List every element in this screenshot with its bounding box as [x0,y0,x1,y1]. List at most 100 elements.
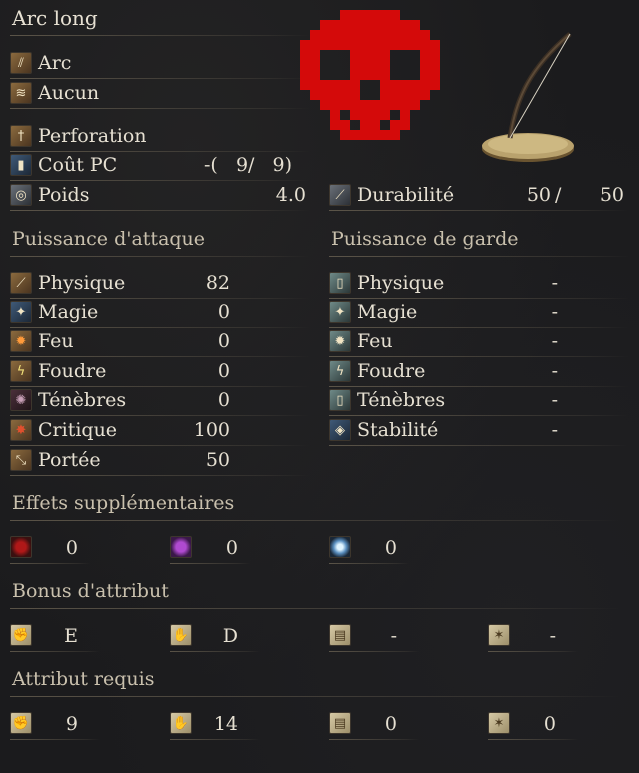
skull-pixel [360,10,370,20]
skull-pixel [380,50,390,60]
skull-pixel [390,100,400,110]
strength-icon: ✊ [10,624,32,646]
skull-pixel [320,80,330,90]
attack-label-range: Portée [38,449,101,471]
skull-pixel [330,40,340,50]
guard-section-title: Puissance de garde [331,228,519,250]
weight-value: 4.0 [275,184,306,206]
attack-value-dark: 0 [217,389,230,411]
skull-pixel [320,30,330,40]
effect-value-poison: 0 [225,537,238,559]
strength-icon: ✊ [10,712,32,734]
skull-pixel [370,120,380,130]
skull-pixel [320,90,330,100]
fp-cost-value: -( 9/ 9) [204,154,293,176]
skull-pixel [370,40,380,50]
skull-pixel [380,40,390,50]
skull-pixel [410,40,420,50]
skull-pixel [380,100,390,110]
guard-divider [329,445,629,446]
skull-pixel [410,100,420,110]
attack-value-lightning: 0 [217,360,230,382]
skull-pixel [420,40,430,50]
frost-icon [329,536,351,558]
attack-divider [10,356,310,357]
attack-value-fire: 0 [217,330,230,352]
physical-attack-icon: ⟋ [10,272,32,294]
durability-separator: / [555,184,562,206]
skull-pixel [340,30,350,40]
magic-guard-icon: ✦ [329,301,351,323]
skull-pixel [380,20,390,30]
requirement-value-intelligence: 0 [384,713,397,735]
skull-pixel [360,130,370,140]
requirement-divider [170,739,260,740]
skull-pixel [310,30,320,40]
weight-divider [10,210,310,211]
skull-pixel [370,100,380,110]
skull-pixel [350,70,360,80]
skull-pixel [340,120,350,130]
effect-divider [10,563,90,564]
skull-pixel [390,120,400,130]
attack-divider [10,415,310,416]
durability-label: Durabilité [357,184,455,206]
bonus-divider [488,651,578,652]
guard-value-dark: - [551,389,558,411]
attack-label-critical: Critique [38,419,118,441]
intelligence-icon: ▤ [329,624,351,646]
weight-label: Poids [38,184,90,206]
physical-guard-icon: ▯ [329,272,351,294]
weapon-skill: Aucun [38,82,100,104]
skull-pixel [390,90,400,100]
skull-pixel [360,100,370,110]
skull-pixel [430,40,440,50]
attack-section-title: Puissance d'attaque [12,228,206,250]
skull-pixel [360,40,370,50]
guard-label-dark: Ténèbres [357,389,446,411]
skull-pixel [300,80,310,90]
skull-pixel [330,80,340,90]
guard-divider [329,415,629,416]
skull-pixel [340,40,350,50]
skill-divider [10,108,310,109]
skull-pixel [380,130,390,140]
skull-pixel [380,90,390,100]
skull-pixel [340,10,350,20]
attack-label-dark: Ténèbres [38,389,127,411]
skull-pixel [340,20,350,30]
bonus-section-divider [10,608,620,609]
skull-pixel [390,80,400,90]
bonus-divider [170,651,260,652]
skull-pixel [310,40,320,50]
skull-pixel [320,100,330,110]
skull-pixel [310,70,320,80]
skull-pixel [360,30,370,40]
guard-divider [329,356,629,357]
effect-value-bleed: 0 [65,537,78,559]
faith-icon: ✶ [488,624,510,646]
skull-pixel [430,70,440,80]
durability-icon: ⟋ [329,184,351,206]
skull-pixel [350,60,360,70]
weapon-name: Arc long [12,6,98,30]
attack-value-magic: 0 [217,301,230,323]
effect-divider [329,563,409,564]
faith-icon: ✶ [488,712,510,734]
requirements-section-title: Attribut requis [12,668,155,690]
skull-pixel [350,110,360,120]
skull-pixel [400,100,410,110]
skull-pixel [370,50,380,60]
skull-pixel [400,80,410,90]
skull-pixel [330,20,340,30]
bonus-value-intelligence: - [390,625,397,647]
skull-pixel [360,50,370,60]
bonus-section-title: Bonus d'attribut [12,580,169,602]
skull-pixel [350,10,360,20]
skull-pixel [370,70,380,80]
dexterity-icon: ✋ [170,624,192,646]
stability-icon: ◈ [329,419,351,441]
skull-pixel [380,30,390,40]
skull-pixel [380,80,390,90]
skull-pixel [350,130,360,140]
